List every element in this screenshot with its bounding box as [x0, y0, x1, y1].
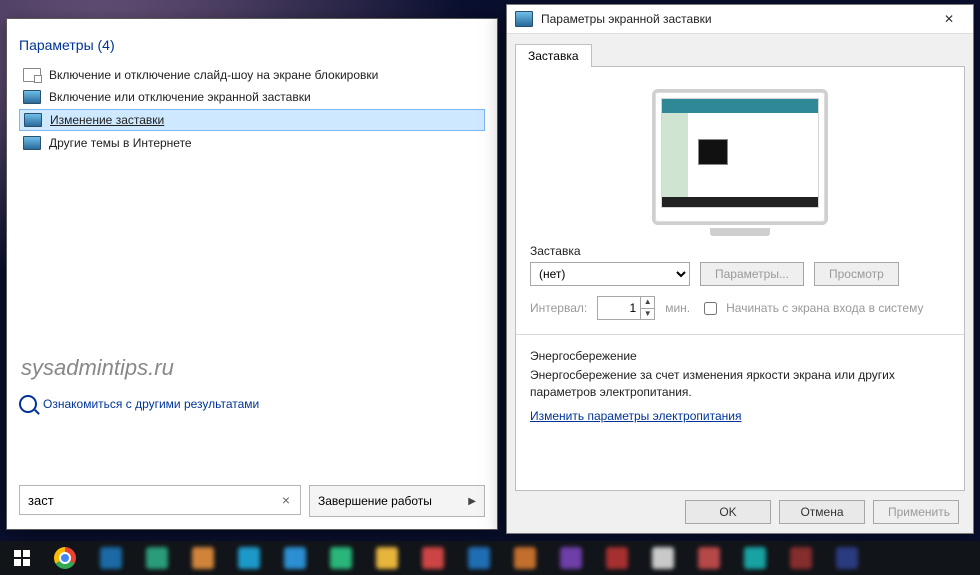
slideshow-icon — [23, 68, 41, 82]
step-down-icon[interactable]: ▼ — [640, 308, 654, 320]
search-input-wrap[interactable]: × — [19, 485, 301, 515]
taskbar-item[interactable] — [184, 544, 222, 572]
step-up-icon[interactable]: ▲ — [640, 297, 654, 308]
app-icon — [422, 547, 444, 569]
group-saver-label: Заставка — [530, 244, 950, 258]
taskbar-item[interactable] — [92, 544, 130, 572]
taskbar-item[interactable] — [506, 544, 544, 572]
search-result-slideshow[interactable]: Включение и отключение слайд-шоу на экра… — [19, 65, 485, 85]
ok-button[interactable]: OK — [685, 500, 771, 524]
onresume-label: Начинать с экрана входа в систему — [726, 301, 923, 315]
app-icon — [468, 547, 490, 569]
taskbar-item-chrome[interactable] — [46, 544, 84, 572]
interval-stepper[interactable]: ▲ ▼ — [597, 296, 655, 320]
preview-button[interactable]: Просмотр — [814, 262, 899, 286]
search-icon — [19, 395, 37, 413]
screensaver-content: Заставка (нет) Параметры... Просмотр Инт… — [515, 66, 965, 491]
search-result-change-saver[interactable]: Изменение заставки — [19, 109, 485, 131]
app-icon — [376, 547, 398, 569]
taskbar-item[interactable] — [414, 544, 452, 572]
group-energy-label: Энергосбережение — [530, 349, 950, 363]
tab-strip: Заставка — [507, 34, 973, 66]
taskbar-item[interactable] — [736, 544, 774, 572]
onresume-checkbox[interactable] — [704, 302, 717, 315]
monitor-icon — [23, 136, 41, 150]
app-icon — [238, 547, 260, 569]
monitor-icon — [24, 113, 42, 127]
taskbar-item[interactable] — [322, 544, 360, 572]
search-body: Параметры (4) Включение и отключение сла… — [7, 19, 497, 475]
taskbar-item[interactable] — [138, 544, 176, 572]
interval-input[interactable] — [598, 300, 640, 316]
app-icon — [100, 547, 122, 569]
params-button[interactable]: Параметры... — [700, 262, 804, 286]
app-icon — [192, 547, 214, 569]
taskbar-item[interactable] — [644, 544, 682, 572]
window-title: Параметры экранной заставки — [541, 12, 929, 26]
titlebar[interactable]: Параметры экранной заставки ✕ — [507, 5, 973, 34]
app-icon — [514, 547, 536, 569]
search-result-themes-online[interactable]: Другие темы в Интернете — [19, 133, 485, 153]
search-heading: Параметры (4) — [19, 27, 485, 65]
search-results-list: Включение и отключение слайд-шоу на экра… — [19, 65, 485, 153]
taskbar-items — [92, 544, 866, 572]
taskbar-item[interactable] — [276, 544, 314, 572]
taskbar-item[interactable] — [598, 544, 636, 572]
app-icon — [330, 547, 352, 569]
app-icon — [698, 547, 720, 569]
app-icon — [836, 547, 858, 569]
app-icon — [560, 547, 582, 569]
search-window: Параметры (4) Включение и отключение сла… — [6, 18, 498, 530]
app-icon — [790, 547, 812, 569]
apply-button[interactable]: Применить — [873, 500, 959, 524]
app-icon — [606, 547, 628, 569]
search-result-label: Включение и отключение слайд-шоу на экра… — [49, 68, 378, 82]
taskbar-item[interactable] — [690, 544, 728, 572]
chrome-icon — [54, 547, 76, 569]
onresume-checkbox-wrap[interactable]: Начинать с экрана входа в систему — [700, 299, 923, 318]
more-results-link[interactable]: Ознакомиться с другими результатами — [19, 395, 485, 413]
taskbar-item[interactable] — [230, 544, 268, 572]
more-results-label: Ознакомиться с другими результатами — [43, 397, 259, 411]
taskbar-item[interactable] — [782, 544, 820, 572]
taskbar-item[interactable] — [460, 544, 498, 572]
start-button[interactable] — [6, 544, 38, 572]
saver-select[interactable]: (нет) — [530, 262, 690, 286]
search-result-label: Включение или отключение экранной застав… — [49, 90, 311, 104]
monitor-icon — [23, 90, 41, 104]
monitor-screen — [661, 98, 819, 208]
app-icon — [515, 11, 533, 27]
energy-link[interactable]: Изменить параметры электропитания — [530, 409, 741, 423]
energy-text: Энергосбережение за счет изменения яркос… — [530, 367, 950, 401]
search-input[interactable] — [26, 492, 278, 509]
tab-saver[interactable]: Заставка — [515, 44, 592, 67]
search-result-label: Другие темы в Интернете — [49, 136, 192, 150]
interval-unit: мин. — [665, 301, 690, 315]
taskbar-item[interactable] — [552, 544, 590, 572]
monitor-icon — [652, 89, 828, 225]
taskbar-item[interactable] — [828, 544, 866, 572]
shutdown-label: Завершение работы — [318, 494, 432, 508]
taskbar[interactable] — [0, 541, 980, 575]
interval-label: Интервал: — [530, 301, 587, 315]
app-icon — [146, 547, 168, 569]
cancel-button[interactable]: Отмена — [779, 500, 865, 524]
close-icon[interactable]: ✕ — [929, 8, 969, 30]
windows-logo-icon — [14, 550, 30, 566]
app-icon — [652, 547, 674, 569]
app-icon — [284, 547, 306, 569]
search-result-saver-toggle[interactable]: Включение или отключение экранной застав… — [19, 87, 485, 107]
shutdown-button[interactable]: Завершение работы ▶ — [309, 485, 485, 517]
watermark-text: sysadmintips.ru — [19, 155, 485, 381]
screensaver-window: Параметры экранной заставки ✕ Заставка З… — [506, 4, 974, 534]
app-icon — [744, 547, 766, 569]
divider — [516, 334, 964, 335]
search-bottom-bar: × Завершение работы ▶ — [7, 475, 497, 529]
clear-icon[interactable]: × — [278, 492, 294, 508]
search-result-label: Изменение заставки — [50, 113, 164, 127]
dialog-footer: OK Отмена Применить — [507, 491, 973, 533]
monitor-preview — [530, 79, 950, 244]
chevron-right-icon[interactable]: ▶ — [468, 496, 476, 507]
taskbar-item[interactable] — [368, 544, 406, 572]
